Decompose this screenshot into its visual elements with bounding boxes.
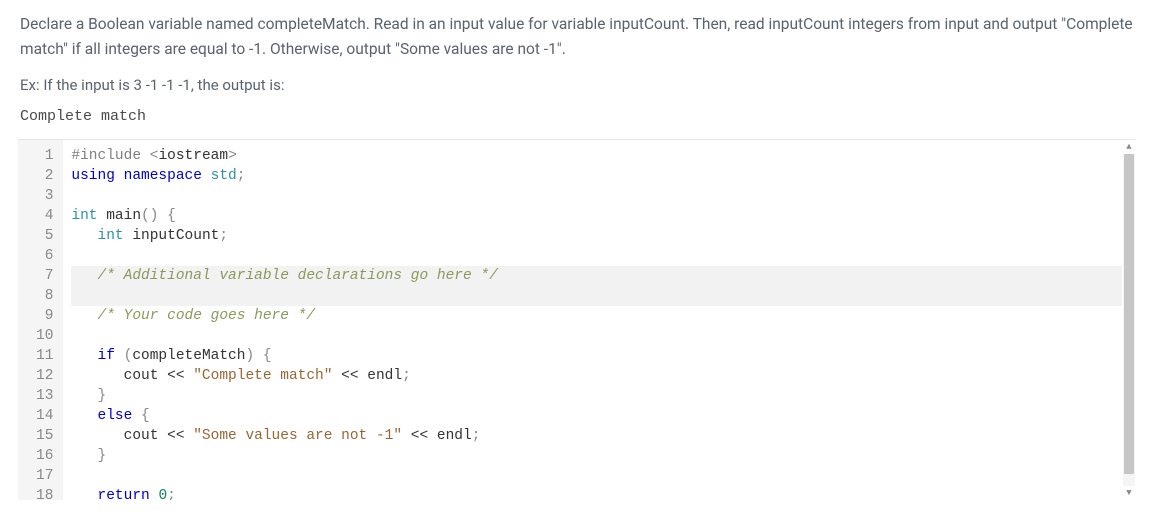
- line-number: 3: [36, 186, 53, 206]
- line-number: 1: [36, 146, 53, 166]
- line-number: 14: [36, 406, 53, 426]
- code-line[interactable]: cout << "Complete match" << endl;: [71, 366, 1122, 386]
- code-line[interactable]: /* Your code goes here */: [71, 306, 1122, 326]
- code-line[interactable]: [71, 246, 1122, 266]
- code-line[interactable]: [71, 466, 1122, 486]
- code-line[interactable]: }: [71, 446, 1122, 466]
- code-line[interactable]: return 0;: [71, 486, 1122, 500]
- code-line[interactable]: [71, 286, 1122, 306]
- line-number: 9: [36, 306, 53, 326]
- problem-instructions: Declare a Boolean variable named complet…: [0, 0, 1154, 68]
- line-number: 5: [36, 226, 53, 246]
- line-number: 12: [36, 366, 53, 386]
- code-line[interactable]: else {: [71, 406, 1122, 426]
- vertical-scrollbar[interactable]: ▲ ▼: [1122, 140, 1136, 500]
- code-line[interactable]: /* Additional variable declarations go h…: [71, 266, 1122, 286]
- line-number: 7: [36, 266, 53, 286]
- code-line[interactable]: [71, 186, 1122, 206]
- line-number: 6: [36, 246, 53, 266]
- line-number: 8: [36, 286, 53, 306]
- code-line[interactable]: }: [71, 386, 1122, 406]
- code-line[interactable]: int inputCount;: [71, 226, 1122, 246]
- code-line[interactable]: [71, 326, 1122, 346]
- line-number: 10: [36, 326, 53, 346]
- code-line[interactable]: int main() {: [71, 206, 1122, 226]
- line-number: 16: [36, 446, 53, 466]
- code-line[interactable]: #include <iostream>: [71, 146, 1122, 166]
- code-line[interactable]: cout << "Some values are not -1" << endl…: [71, 426, 1122, 446]
- scroll-down-arrow-icon[interactable]: ▼: [1122, 486, 1136, 500]
- code-line[interactable]: using namespace std;: [71, 166, 1122, 186]
- line-number: 4: [36, 206, 53, 226]
- line-number: 17: [36, 466, 53, 486]
- line-number: 2: [36, 166, 53, 186]
- example-output: Complete match: [0, 98, 1154, 139]
- code-area[interactable]: #include <iostream>using namespace std; …: [63, 140, 1122, 500]
- scrollbar-thumb[interactable]: [1124, 154, 1134, 474]
- scroll-up-arrow-icon[interactable]: ▲: [1122, 140, 1136, 154]
- line-number: 18: [36, 486, 53, 500]
- example-intro: Ex: If the input is 3 -1 -1 -1, the outp…: [0, 68, 1154, 98]
- line-number: 13: [36, 386, 53, 406]
- line-number: 11: [36, 346, 53, 366]
- code-line[interactable]: if (completeMatch) {: [71, 346, 1122, 366]
- line-number-gutter: 123456789101112131415161718: [18, 140, 63, 500]
- line-number: 15: [36, 426, 53, 446]
- code-editor[interactable]: 123456789101112131415161718 #include <io…: [18, 139, 1136, 500]
